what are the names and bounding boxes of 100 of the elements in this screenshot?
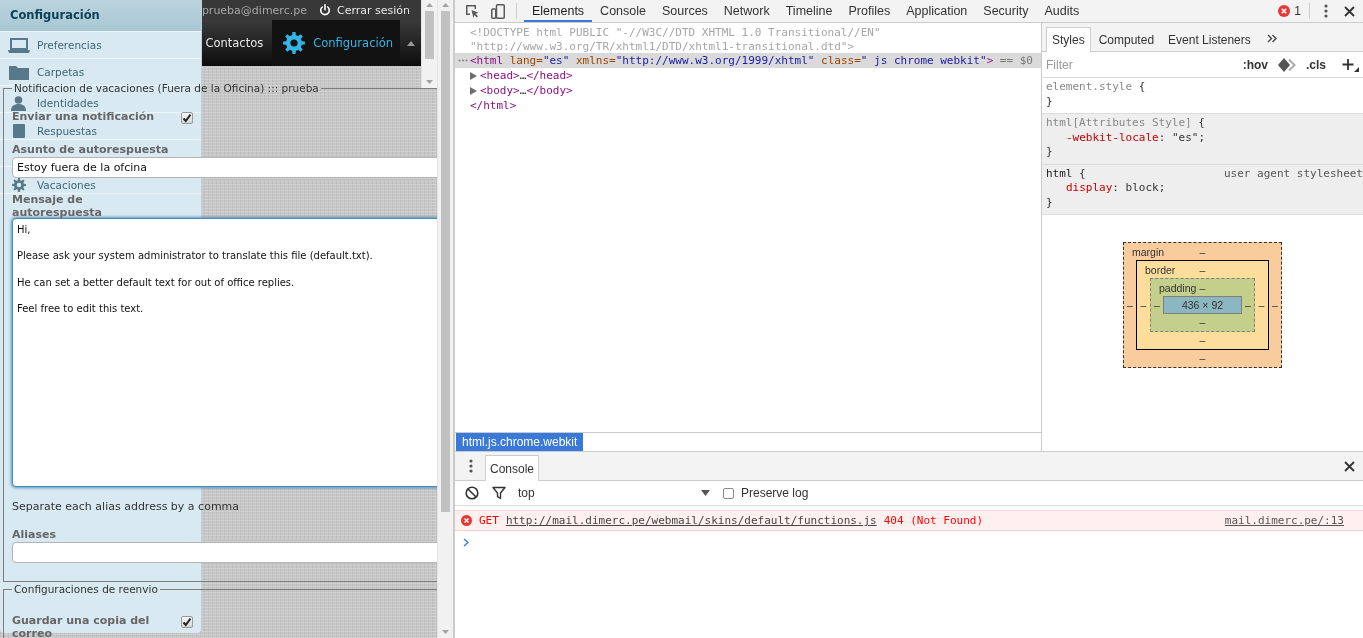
checkmark-icon xyxy=(182,617,192,627)
field-label: Enviar una notificación xyxy=(12,110,156,123)
sidebar-tab[interactable]: Styles xyxy=(1046,27,1091,52)
content-box: 436 × 92 xyxy=(1163,296,1242,314)
dom-node[interactable]: <html lang="es" xmlns="http://www.w3.org/1999/xhtml" class=" js chrome webkit"> == $0 xyxy=(455,53,1041,68)
hint-text: Separate each alias address by a comma xyxy=(12,500,241,513)
rule-selector[interactable]: html { xyxy=(1046,166,1086,181)
checkbox[interactable] xyxy=(723,487,734,499)
diamond-icon[interactable] xyxy=(1278,57,1296,72)
scrollbar[interactable] xyxy=(421,0,437,88)
closing-brace: } xyxy=(1046,195,1054,210)
scrollbar-thumb[interactable] xyxy=(441,11,450,512)
close-icon[interactable] xyxy=(1344,5,1355,17)
laptop-icon xyxy=(7,37,30,53)
panel-tab[interactable]: Console xyxy=(592,0,654,22)
style-declaration[interactable]: -webkit-locale: "es"; xyxy=(1046,130,1363,145)
more-icon[interactable] xyxy=(1324,4,1328,18)
checkbox-label: Preserve log xyxy=(741,486,809,500)
filter-icon[interactable] xyxy=(492,486,506,500)
more-icon[interactable] xyxy=(469,459,473,473)
close-icon[interactable] xyxy=(1344,460,1355,472)
menu-item[interactable]: Identidades xyxy=(0,96,99,111)
url-link[interactable]: http://mail.dimerc.pe/webmail/skins/default/functions.js xyxy=(505,514,877,527)
breadcrumb[interactable]: html.js.chrome.webkit xyxy=(456,433,584,451)
triangle-icon[interactable] xyxy=(470,86,477,95)
folder-icon xyxy=(8,64,29,80)
rule-selector[interactable]: element.style { xyxy=(1046,80,1146,95)
panel-tab[interactable]: Network xyxy=(715,0,778,22)
dom-node[interactable]: </html> xyxy=(455,98,1041,113)
field-label: Mensaje de autorespuesta xyxy=(12,193,103,219)
box-value: – xyxy=(1271,299,1279,311)
triangle-icon[interactable] xyxy=(470,71,477,80)
power-icon xyxy=(318,4,331,16)
box-value: – xyxy=(1198,315,1207,330)
drawer-tab[interactable]: Console xyxy=(485,455,540,481)
box-value: – xyxy=(1257,299,1266,311)
dom-node[interactable]: <head>…</head> xyxy=(455,68,1041,83)
clear-icon[interactable] xyxy=(465,486,479,500)
box-label: padding xyxy=(1158,281,1198,294)
device-icon[interactable] xyxy=(491,3,505,19)
gear-icon xyxy=(283,32,306,54)
rule-selector[interactable]: html[Attributes Style] { xyxy=(1046,116,1205,131)
menu-item[interactable]: Preferencias xyxy=(0,37,102,53)
double-chevron-icon[interactable] xyxy=(1266,34,1277,43)
checkbox[interactable] xyxy=(181,616,193,628)
box-value: – xyxy=(1199,245,1206,258)
nav-tab[interactable]: Contactos xyxy=(203,20,273,66)
source-link[interactable]: mail.dimerc.pe/:13 xyxy=(1224,514,1344,527)
menu-item[interactable]: Carpetas xyxy=(0,64,85,80)
box-value: – xyxy=(1244,299,1252,311)
field-label: Guardar una copia del correo xyxy=(12,614,151,638)
box-value: – xyxy=(1198,333,1207,348)
box-value: – xyxy=(1126,299,1134,311)
scrollbar-thumb[interactable] xyxy=(425,11,434,59)
status-text: 404 (Not Found) xyxy=(883,514,984,527)
inspect-icon[interactable] xyxy=(465,4,479,18)
prompt-icon[interactable] xyxy=(463,538,469,547)
text-field[interactable]: Estoy fuera de la ofcina xyxy=(12,157,437,178)
nav-tab[interactable]: Configuración xyxy=(272,20,400,66)
box-value: – xyxy=(1139,299,1148,311)
sidebar-tab[interactable]: Event Listeners xyxy=(1162,27,1257,51)
checkbox[interactable] xyxy=(181,112,193,124)
panel-tab[interactable]: Application xyxy=(898,0,976,22)
gear-icon xyxy=(11,178,26,192)
sidebar-title: Configuración xyxy=(0,0,201,32)
plus-icon[interactable] xyxy=(1342,57,1359,72)
rule-source: user agent stylesheet xyxy=(1223,166,1363,181)
checkmark-icon xyxy=(182,113,192,123)
error-icon xyxy=(1278,5,1291,17)
error-count-button[interactable]: 1 xyxy=(1278,4,1301,18)
logout-button[interactable]: Cerrar sesión xyxy=(318,3,410,17)
panel-tab[interactable]: Audits xyxy=(1036,0,1088,22)
dropdown-arrow-icon xyxy=(701,490,710,496)
menu-item[interactable]: Respuestas xyxy=(0,124,98,138)
request-method: GET xyxy=(479,514,499,527)
field-label: Asunto de autorespuesta xyxy=(12,143,170,156)
scrollbar[interactable] xyxy=(437,0,453,638)
ellipsis-icon xyxy=(458,59,468,62)
panel-tab[interactable]: Security xyxy=(975,0,1037,22)
panel-tab[interactable]: Sources xyxy=(654,0,716,22)
context-select[interactable]: top xyxy=(512,482,714,504)
hover-state-button[interactable]: :hov xyxy=(1236,57,1274,72)
panel-tab[interactable]: Timeline xyxy=(777,0,841,22)
caret-up-icon[interactable] xyxy=(407,40,415,46)
style-declaration[interactable]: display: block; xyxy=(1046,181,1363,196)
message-textarea[interactable]: Hi, Please ask your system administrator to translate this file (default.txt). He can set a better default text for out of office replies. Feel free to edit this text. xyxy=(12,218,437,487)
section-legend: Configuraciones de reenvio xyxy=(12,584,160,595)
menu-item[interactable]: Vacaciones xyxy=(0,178,96,192)
box-value: – xyxy=(1199,281,1206,294)
panel-tab[interactable]: Profiles xyxy=(840,0,899,22)
dom-node[interactable]: <body>…</body> xyxy=(455,83,1041,98)
field-label: Aliases xyxy=(12,528,58,541)
person-icon xyxy=(11,96,26,111)
text-field[interactable] xyxy=(12,542,437,563)
class-button[interactable]: .cls xyxy=(1300,57,1332,72)
error-icon xyxy=(461,515,472,526)
sidebar-tab[interactable]: Computed xyxy=(1092,27,1161,51)
box-value: – xyxy=(1199,263,1206,276)
box-value: – xyxy=(1153,299,1161,311)
section-legend: Notificacion de vacaciones (Fuera de la Oficina) ::: prueba xyxy=(12,83,321,94)
